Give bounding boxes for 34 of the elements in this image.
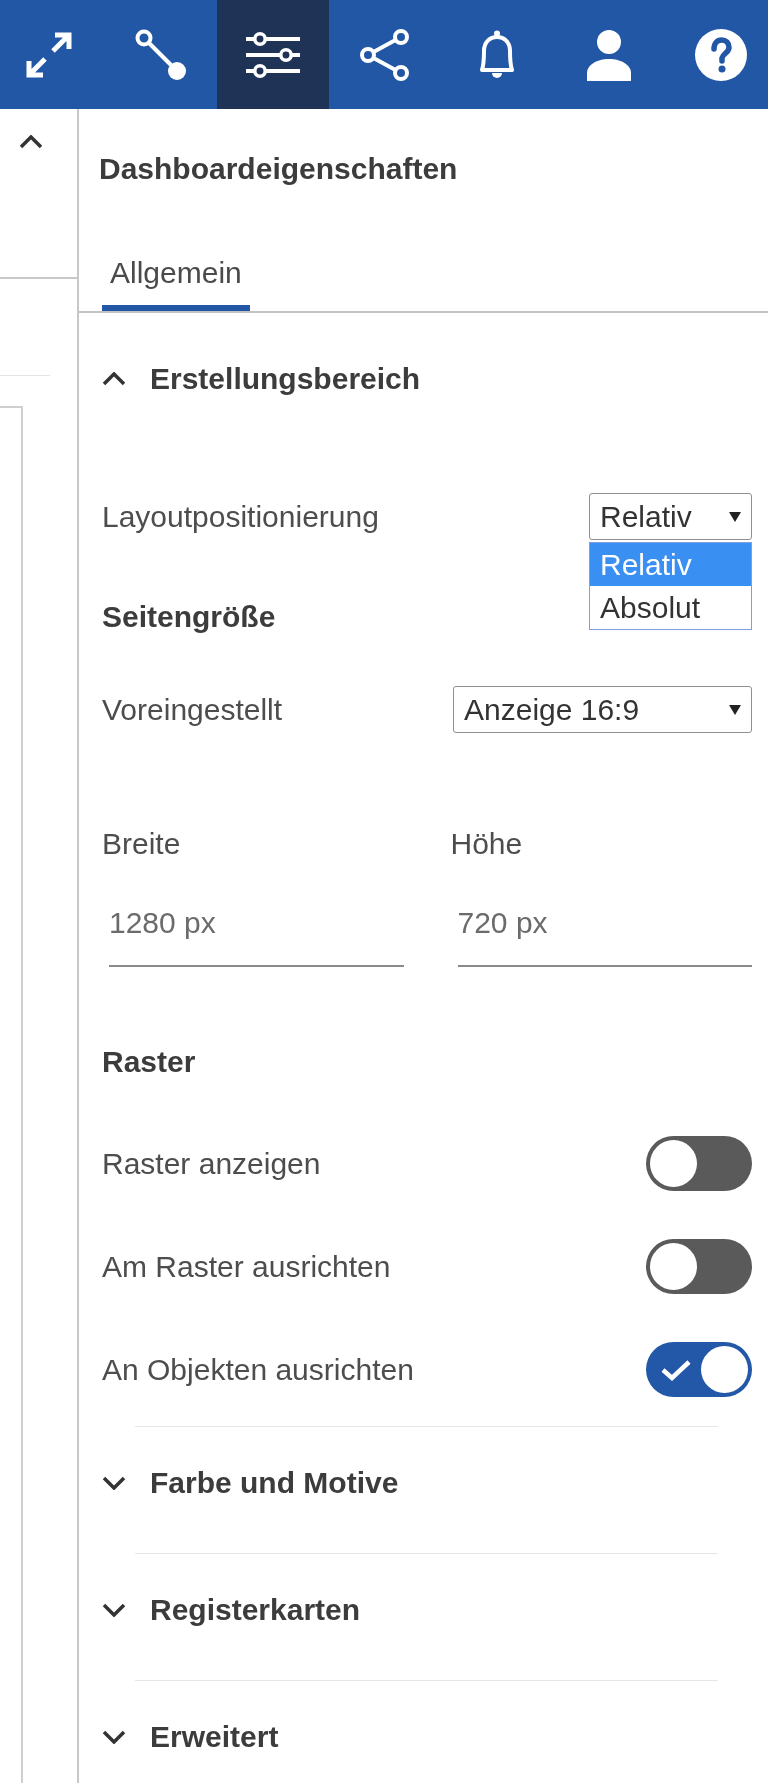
help-icon [695, 28, 747, 81]
toggle-switch[interactable] [646, 1136, 752, 1191]
triangle-down-icon [729, 511, 741, 522]
field-label: Breite [102, 826, 181, 862]
subsection-heading: Raster [102, 1044, 196, 1080]
section-header[interactable]: Erstellungsbereich [102, 361, 421, 397]
bell-icon [478, 28, 516, 81]
field-label: Raster anzeigen [102, 1145, 321, 1182]
input-field[interactable]: 1280 px [109, 905, 404, 967]
properties-button[interactable] [217, 0, 329, 109]
section-header[interactable]: Farbe und Motive [102, 1465, 399, 1501]
tab[interactable]: Allgemein [102, 245, 250, 311]
toggle-switch[interactable] [646, 1342, 752, 1397]
user-icon [587, 28, 631, 81]
node-link-icon [135, 28, 187, 81]
section-header[interactable]: Registerkarten [102, 1592, 361, 1628]
field-label: Am Raster ausrichten [102, 1248, 391, 1285]
checkmark-icon [661, 1359, 691, 1381]
field-label: Layoutpositionierung [102, 498, 379, 535]
sliders-icon [246, 31, 300, 78]
triangle-down-icon [729, 704, 741, 715]
toggle-switch[interactable] [646, 1239, 752, 1294]
field-label: Höhe [450, 826, 523, 862]
section-header[interactable]: Erweitert [102, 1719, 279, 1755]
dropdown-select[interactable]: Anzeige 16:9 [453, 686, 752, 733]
field-label: An Objekten ausrichten [102, 1351, 414, 1388]
field-label: Voreingestellt [102, 691, 283, 728]
expand-arrows-icon [26, 31, 72, 78]
subsection-heading: Seitengröße [102, 599, 276, 635]
dropdown-select[interactable]: Relativ [589, 493, 752, 540]
panel-title: Dashboardeigenschaften [99, 151, 458, 187]
chevron-up-icon [19, 135, 43, 149]
share-icon [360, 28, 410, 81]
input-field[interactable]: 720 px [457, 905, 752, 967]
